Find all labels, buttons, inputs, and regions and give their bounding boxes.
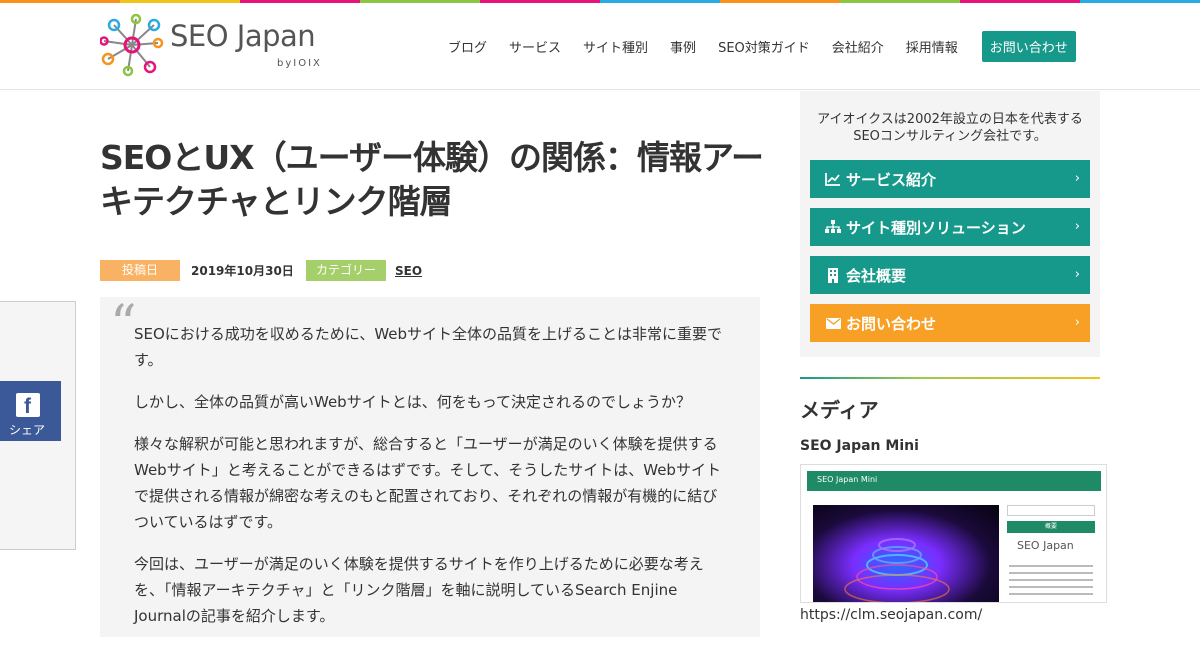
thumbnail-search-box — [1007, 505, 1095, 516]
company-overview-button[interactable]: 会社概要 › — [810, 256, 1090, 294]
facebook-share-label: シェア — [8, 423, 45, 437]
nav-item-blog[interactable]: ブログ — [448, 37, 487, 56]
site-type-solution-button[interactable]: サイト種別ソリューション › — [810, 208, 1090, 246]
contact-button[interactable]: お問い合わせ — [981, 31, 1076, 62]
posted-date: 2019年10月30日 — [191, 264, 294, 278]
sitemap-icon — [824, 220, 842, 234]
article-meta-date: 投稿日 2019年10月30日 — [100, 260, 294, 281]
main-nav: ブログ サービス サイト種別 事例 SEO対策ガイド 会社紹介 採用情報 お問い… — [437, 31, 1087, 62]
logo-byline: byIOIX — [277, 58, 322, 69]
thumbnail-header-bar: SEO Japan Mini — [807, 471, 1101, 491]
posted-date-badge: 投稿日 — [100, 260, 180, 281]
nav-item-cases[interactable]: 事例 — [670, 37, 696, 56]
sidebar-intro: アイオイクスは2002年設立の日本を代表する SEOコンサルティング会社です。 — [800, 111, 1100, 145]
media-heading: メディア — [800, 398, 879, 422]
quote-mark-icon: “ — [110, 295, 137, 355]
envelope-icon — [824, 317, 842, 329]
chevron-right-icon: › — [1074, 219, 1080, 234]
category-badge: カテゴリー — [306, 260, 386, 281]
sidebar-contact-button[interactable]: お問い合わせ › — [810, 304, 1090, 342]
intro-line: アイオイクスは2002年設立の日本を代表する — [817, 112, 1083, 127]
chevron-right-icon: › — [1074, 267, 1080, 282]
facebook-share-button[interactable]: f シェア — [0, 381, 61, 441]
swirl-graphic — [844, 538, 950, 602]
company-overview-label: 会社概要 — [846, 266, 907, 285]
nav-item-company[interactable]: 会社紹介 — [832, 37, 884, 56]
quote-body: SEOにおける成功を収めるために、Webサイト全体の品質を上げることは非常に重要… — [134, 321, 732, 645]
facebook-icon: f — [16, 393, 40, 418]
nav-item-seo-guide[interactable]: SEO対策ガイド — [718, 37, 810, 56]
article-meta-category: カテゴリー SEO — [306, 260, 422, 281]
article-title: SEOとUX（ユーザー体験）の関係：情報アーキテクチャとリンク階層 — [100, 138, 764, 221]
thumbnail-site-title: SEO Japan Mini — [817, 475, 878, 484]
thumbnail-sidebar: 概要 SEO Japan — [1007, 505, 1095, 602]
paragraph: しかし、全体の品質が高いWebサイトとは、何をもって決定されるのでしょうか？ — [134, 393, 691, 411]
thumbnail-overview-bar: 概要 — [1007, 521, 1095, 533]
chevron-right-icon: › — [1074, 315, 1080, 330]
article-blockquote: “ SEOにおける成功を収めるために、Webサイト全体の品質を上げることは非常に… — [100, 295, 760, 637]
thumbnail-logo: SEO Japan — [1017, 539, 1074, 552]
nav-item-recruit[interactable]: 採用情報 — [906, 37, 958, 56]
site-header: SEO Japan byIOIX ブログ サービス サイト種別 事例 SEO対策… — [0, 3, 1200, 90]
service-intro-label: サービス紹介 — [846, 170, 937, 189]
seo-japan-mini-url[interactable]: https://clm.seojapan.com/ — [800, 607, 982, 623]
chevron-right-icon: › — [1074, 171, 1080, 186]
sidebar-contact-label: お問い合わせ — [846, 314, 937, 333]
logo-wordmark: SEO Japan — [170, 19, 316, 53]
paragraph: SEOにおける成功を収めるために、Webサイト全体の品質を上げることは非常に重要… — [134, 325, 723, 369]
site-logo[interactable]: SEO Japan byIOIX — [99, 13, 340, 77]
building-icon — [824, 267, 842, 283]
chart-line-icon — [824, 172, 842, 186]
nav-item-services[interactable]: サービス — [509, 37, 561, 56]
molecule-logo-icon — [99, 13, 164, 77]
paragraph: 今回は、ユーザーが満足のいく体験を提供するサイトを作り上げるために必要な考えを、… — [134, 555, 704, 625]
seo-japan-mini-label: SEO Japan Mini — [800, 438, 919, 454]
paragraph: 様々な解釈が可能と思われますが、総合すると「ユーザーが満足のいく体験を提供するW… — [134, 435, 721, 531]
seo-japan-mini-thumbnail[interactable]: SEO Japan Mini 概要 SEO Japan — [800, 464, 1107, 603]
thumbnail-hero-image — [813, 505, 999, 602]
nav-item-site-types[interactable]: サイト種別 — [583, 37, 648, 56]
sidebar-divider — [800, 377, 1100, 379]
service-intro-button[interactable]: サービス紹介 › — [810, 160, 1090, 198]
site-type-solution-label: サイト種別ソリューション — [846, 218, 1026, 237]
thumbnail-text-lines — [1009, 565, 1093, 595]
sidebar-company-box: アイオイクスは2002年設立の日本を代表する SEOコンサルティング会社です。 … — [800, 91, 1100, 357]
category-link[interactable]: SEO — [395, 264, 422, 278]
intro-line: SEOコンサルティング会社です。 — [853, 129, 1047, 144]
